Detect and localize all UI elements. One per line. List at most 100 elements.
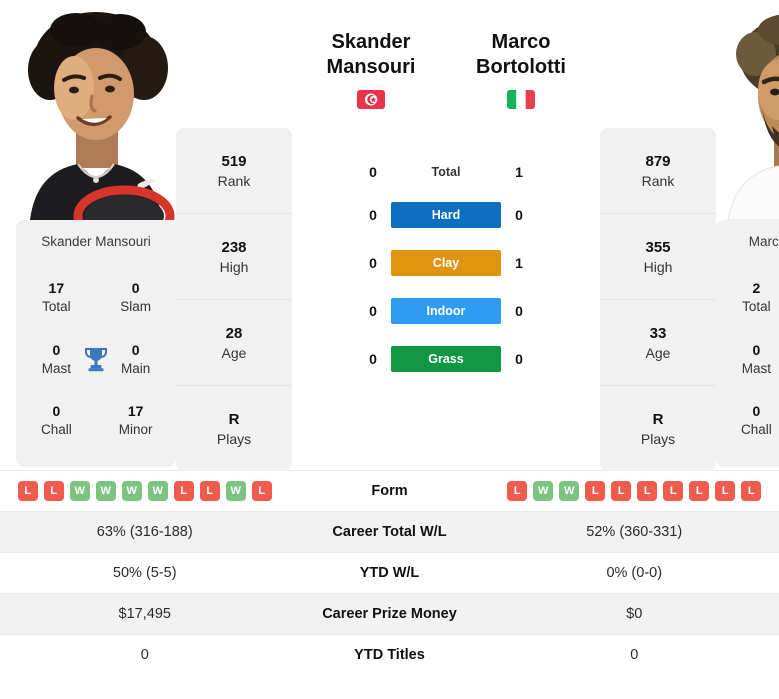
h2h-label-grass[interactable]: Grass — [391, 346, 501, 372]
left-ytd_wl-value: 50% (5-5) — [0, 552, 290, 594]
form-badge-loss[interactable]: L — [17, 481, 38, 501]
value: 519 — [221, 152, 247, 170]
left-form-strip: LLWWWWLLWL — [0, 481, 290, 501]
left-titles-grid: 17 Total 0 Slam 0 Mast 0 Main 0 Chall 17… — [26, 267, 166, 451]
h2h-left-score: 0 — [369, 303, 377, 319]
value: 17 — [48, 280, 65, 297]
value: 238 — [221, 238, 247, 256]
left-titles-chall: 0 Chall — [32, 402, 81, 438]
right-player-column: Marco Bortolotti 2 Total 0 Slam 0 — [716, 8, 779, 467]
left-ytd_titles-value: 0 — [0, 634, 290, 676]
right-player-titles-card: Marco Bortolotti 2 Total 0 Slam 0 — [716, 220, 779, 467]
trophy-icon-svg — [84, 347, 107, 372]
value: 17 — [127, 403, 144, 420]
label: Plays — [216, 430, 252, 447]
form-badge-win[interactable]: W — [147, 481, 168, 501]
left-form-value: LLWWWWLLWL — [0, 470, 290, 512]
label: Slam — [120, 299, 152, 315]
titles-row: 0 Mast 0 — [726, 341, 779, 377]
right-rank-cell: 879 Rank — [600, 128, 716, 214]
right-player-last-name: Bortolotti — [476, 56, 566, 78]
form-badge-win[interactable]: W — [533, 481, 554, 501]
right-player-name-label: Marco Bortolotti — [748, 234, 779, 249]
form-badge-win[interactable]: W — [559, 481, 580, 501]
label: Age — [221, 344, 247, 361]
left-career_total_wl-value: 63% (316-188) — [0, 511, 290, 553]
player-comparison-header: Skander Mansouri 17 Total 0 Slam 0 Mast … — [0, 0, 779, 471]
right-high-cell: 355 High — [600, 214, 716, 300]
h2h-row-total: 0 Total 1 — [362, 164, 530, 180]
label: Plays — [640, 430, 676, 447]
titles-row: 0 Chall 2 Minor — [726, 402, 779, 438]
value: R — [652, 410, 664, 428]
h2h-right-score: 1 — [515, 164, 523, 180]
h2h-row-clay: 0 Clay 1 — [362, 250, 530, 276]
right-player-rank-card: 879 Rank 355 High 33 Age R Plays — [600, 128, 716, 471]
h2h-row-indoor: 0 Indoor 0 — [362, 298, 530, 324]
right-ytd_titles-value: 0 — [489, 634, 779, 676]
label: Total — [42, 299, 71, 315]
left-player-photo — [16, 8, 176, 220]
value: 28 — [225, 324, 243, 342]
left-player-rank-card: 519 Rank 238 High 28 Age R Plays — [176, 128, 292, 471]
form-badge-loss[interactable]: L — [741, 481, 762, 501]
form-badge-loss[interactable]: L — [173, 481, 194, 501]
form-badge-win[interactable]: W — [121, 481, 142, 501]
form-badge-win[interactable]: W — [95, 481, 116, 501]
form-badge-loss[interactable]: L — [663, 481, 684, 501]
flag-tunisia-svg — [357, 90, 385, 109]
form-badge-win[interactable]: W — [225, 481, 246, 501]
right-career_prize_money-value: $0 — [489, 593, 779, 635]
form-badge-win[interactable]: W — [69, 481, 90, 501]
left-player-portrait-icon — [16, 8, 176, 220]
player-stats-comparison-table: L L W W W W L L W L Form L W W L L L L L L L 63% (316-188) Car… — [0, 470, 779, 676]
label: Age — [645, 344, 671, 361]
left-player-name-block: Skander Mansouri — [296, 8, 446, 109]
h2h-label-hard[interactable]: Hard — [391, 202, 501, 228]
table-row: $17,495 Career Prize Money $0 — [0, 593, 779, 635]
stat-label-career_prize_money: Career Prize Money — [289, 593, 490, 635]
left-player-name-label: Skander Mansouri — [41, 234, 151, 249]
right-plays-cell: R Plays — [600, 386, 716, 471]
value: 355 — [645, 238, 671, 256]
h2h-label-indoor[interactable]: Indoor — [391, 298, 501, 324]
left-player-first-name: Skander — [331, 31, 411, 53]
form-badge-loss[interactable]: L — [199, 481, 220, 501]
flag-italy-svg — [507, 90, 535, 109]
left-rank-cell: 519 Rank — [176, 128, 292, 214]
left-high-cell: 238 High — [176, 214, 292, 300]
form-badge-loss[interactable]: L — [251, 481, 272, 501]
label: Mast — [41, 360, 71, 376]
form-badge-loss[interactable]: L — [43, 481, 64, 501]
right-career_total_wl-value: 52% (360-331) — [489, 511, 779, 553]
left-titles-minor: 17 Minor — [111, 402, 160, 438]
form-badge-loss[interactable]: L — [689, 481, 710, 501]
h2h-label-total: Total — [431, 165, 461, 179]
head-to-head-column: Skander Mansouri Marco Bortolotti 0 Tota… — [292, 8, 600, 372]
value: 0 — [131, 280, 140, 297]
label: Main — [121, 360, 151, 376]
left-career_prize_money-value: $17,495 — [0, 593, 290, 635]
right-titles-grid: 2 Total 0 Slam 0 Mast — [726, 267, 779, 451]
right-titles-chall: 0 Chall — [732, 402, 779, 438]
left-titles-main: 0 Main — [111, 341, 160, 377]
label: High — [219, 258, 249, 275]
value: 879 — [645, 152, 671, 170]
right-ytd_wl-value: 0% (0-0) — [489, 552, 779, 594]
label: Mast — [741, 360, 771, 376]
h2h-surface-list: 0 Total 1 0 Hard 0 0 Clay 1 0 Indoor 0 0 Grass 0 — [362, 164, 530, 394]
h2h-label-clay[interactable]: Clay — [391, 250, 501, 276]
value: 0 — [131, 341, 140, 358]
form-badge-loss[interactable]: L — [715, 481, 736, 501]
h2h-right-score: 0 — [515, 207, 523, 223]
form-badge-loss[interactable]: L — [585, 481, 606, 501]
label: Rank — [641, 172, 675, 189]
form-badge-loss[interactable]: L — [507, 481, 528, 501]
value: R — [228, 410, 240, 428]
right-form-strip: LWWLLLLLLL — [490, 481, 779, 501]
h2h-left-score: 0 — [369, 255, 377, 271]
form-badge-loss[interactable]: L — [637, 481, 658, 501]
value: 0 — [52, 403, 61, 420]
form-badge-loss[interactable]: L — [611, 481, 632, 501]
left-player-column: Skander Mansouri 17 Total 0 Slam 0 Mast … — [16, 8, 176, 467]
